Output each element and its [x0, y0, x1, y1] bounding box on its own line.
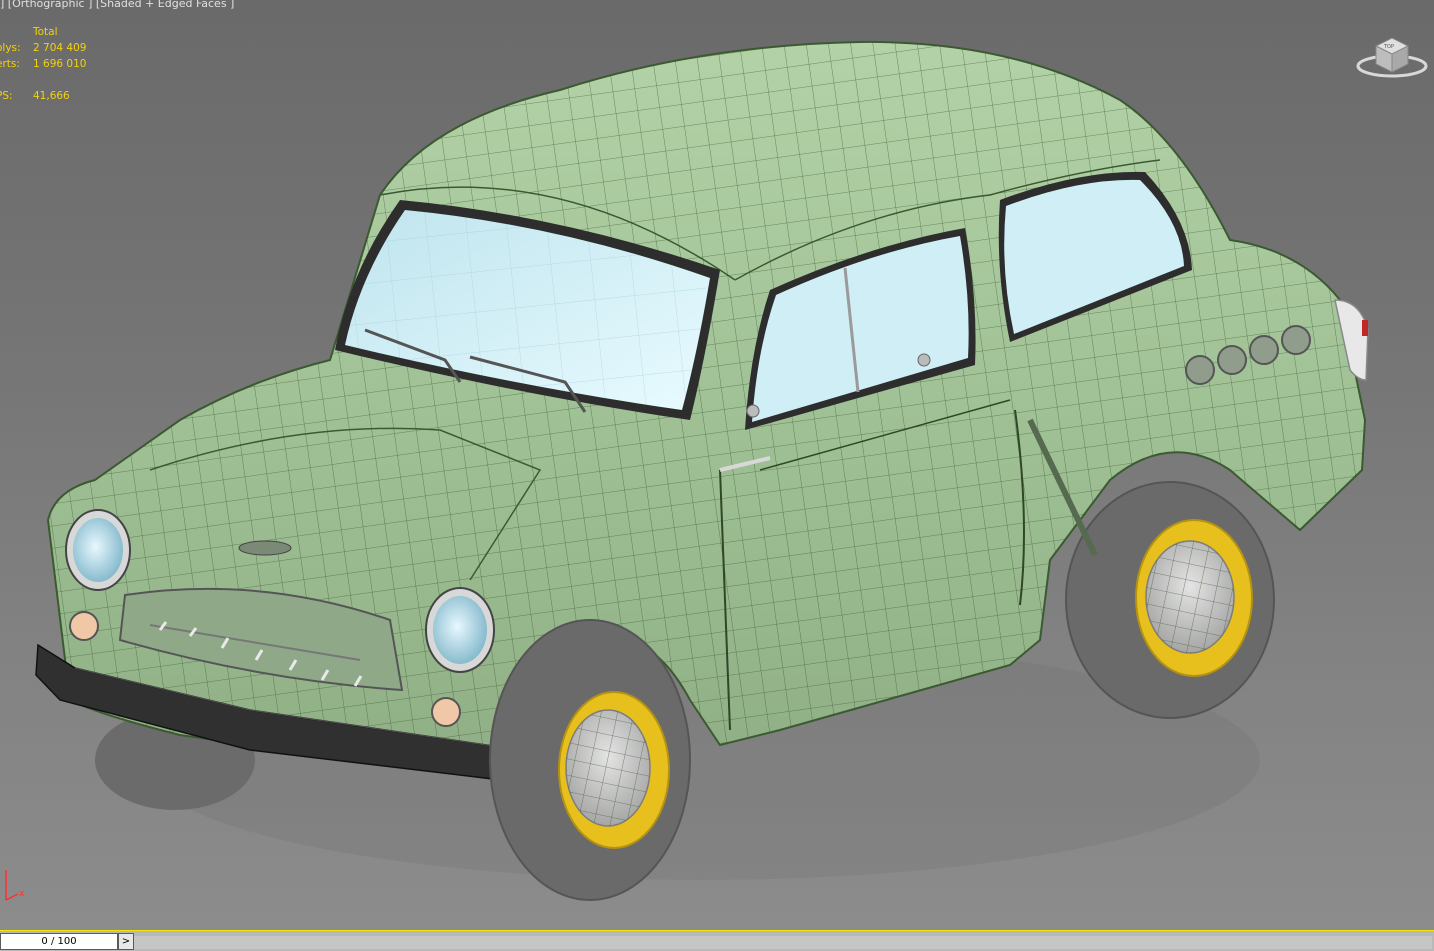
frame-counter[interactable]: 0 / 100 [0, 933, 118, 950]
fps-label: PS: [0, 90, 13, 102]
viewcube-top-label: TOP [1383, 44, 1394, 50]
verts-label: erts: [0, 58, 20, 70]
car-model-render[interactable] [0, 0, 1434, 930]
polys-value: 2 704 409 [33, 42, 87, 54]
headlight-right [425, 587, 495, 673]
viewcube-box-icon[interactable]: TOP [1374, 37, 1410, 73]
timeline-track[interactable] [134, 936, 1432, 949]
polys-label: olys: [0, 42, 21, 54]
axis-tripod: x [5, 870, 25, 901]
front-right-wheel[interactable] [489, 619, 691, 901]
viewport-label[interactable]: ] [Orthographic ] [Shaded + Edged Faces … [0, 0, 234, 10]
perspective-viewport[interactable]: ] [Orthographic ] [Shaded + Edged Faces … [0, 0, 1434, 930]
headlight-left [65, 509, 131, 591]
rear-wheel[interactable] [1065, 481, 1275, 719]
stats-header: Total [33, 26, 58, 38]
fps-value: 41,666 [33, 90, 70, 102]
viewcube[interactable]: TOP [1356, 30, 1428, 80]
axis-x-label: x [19, 889, 25, 899]
time-slider-bar[interactable]: 0 / 100 > [0, 930, 1434, 951]
next-frame-button[interactable]: > [118, 933, 134, 950]
verts-value: 1 696 010 [33, 58, 87, 70]
